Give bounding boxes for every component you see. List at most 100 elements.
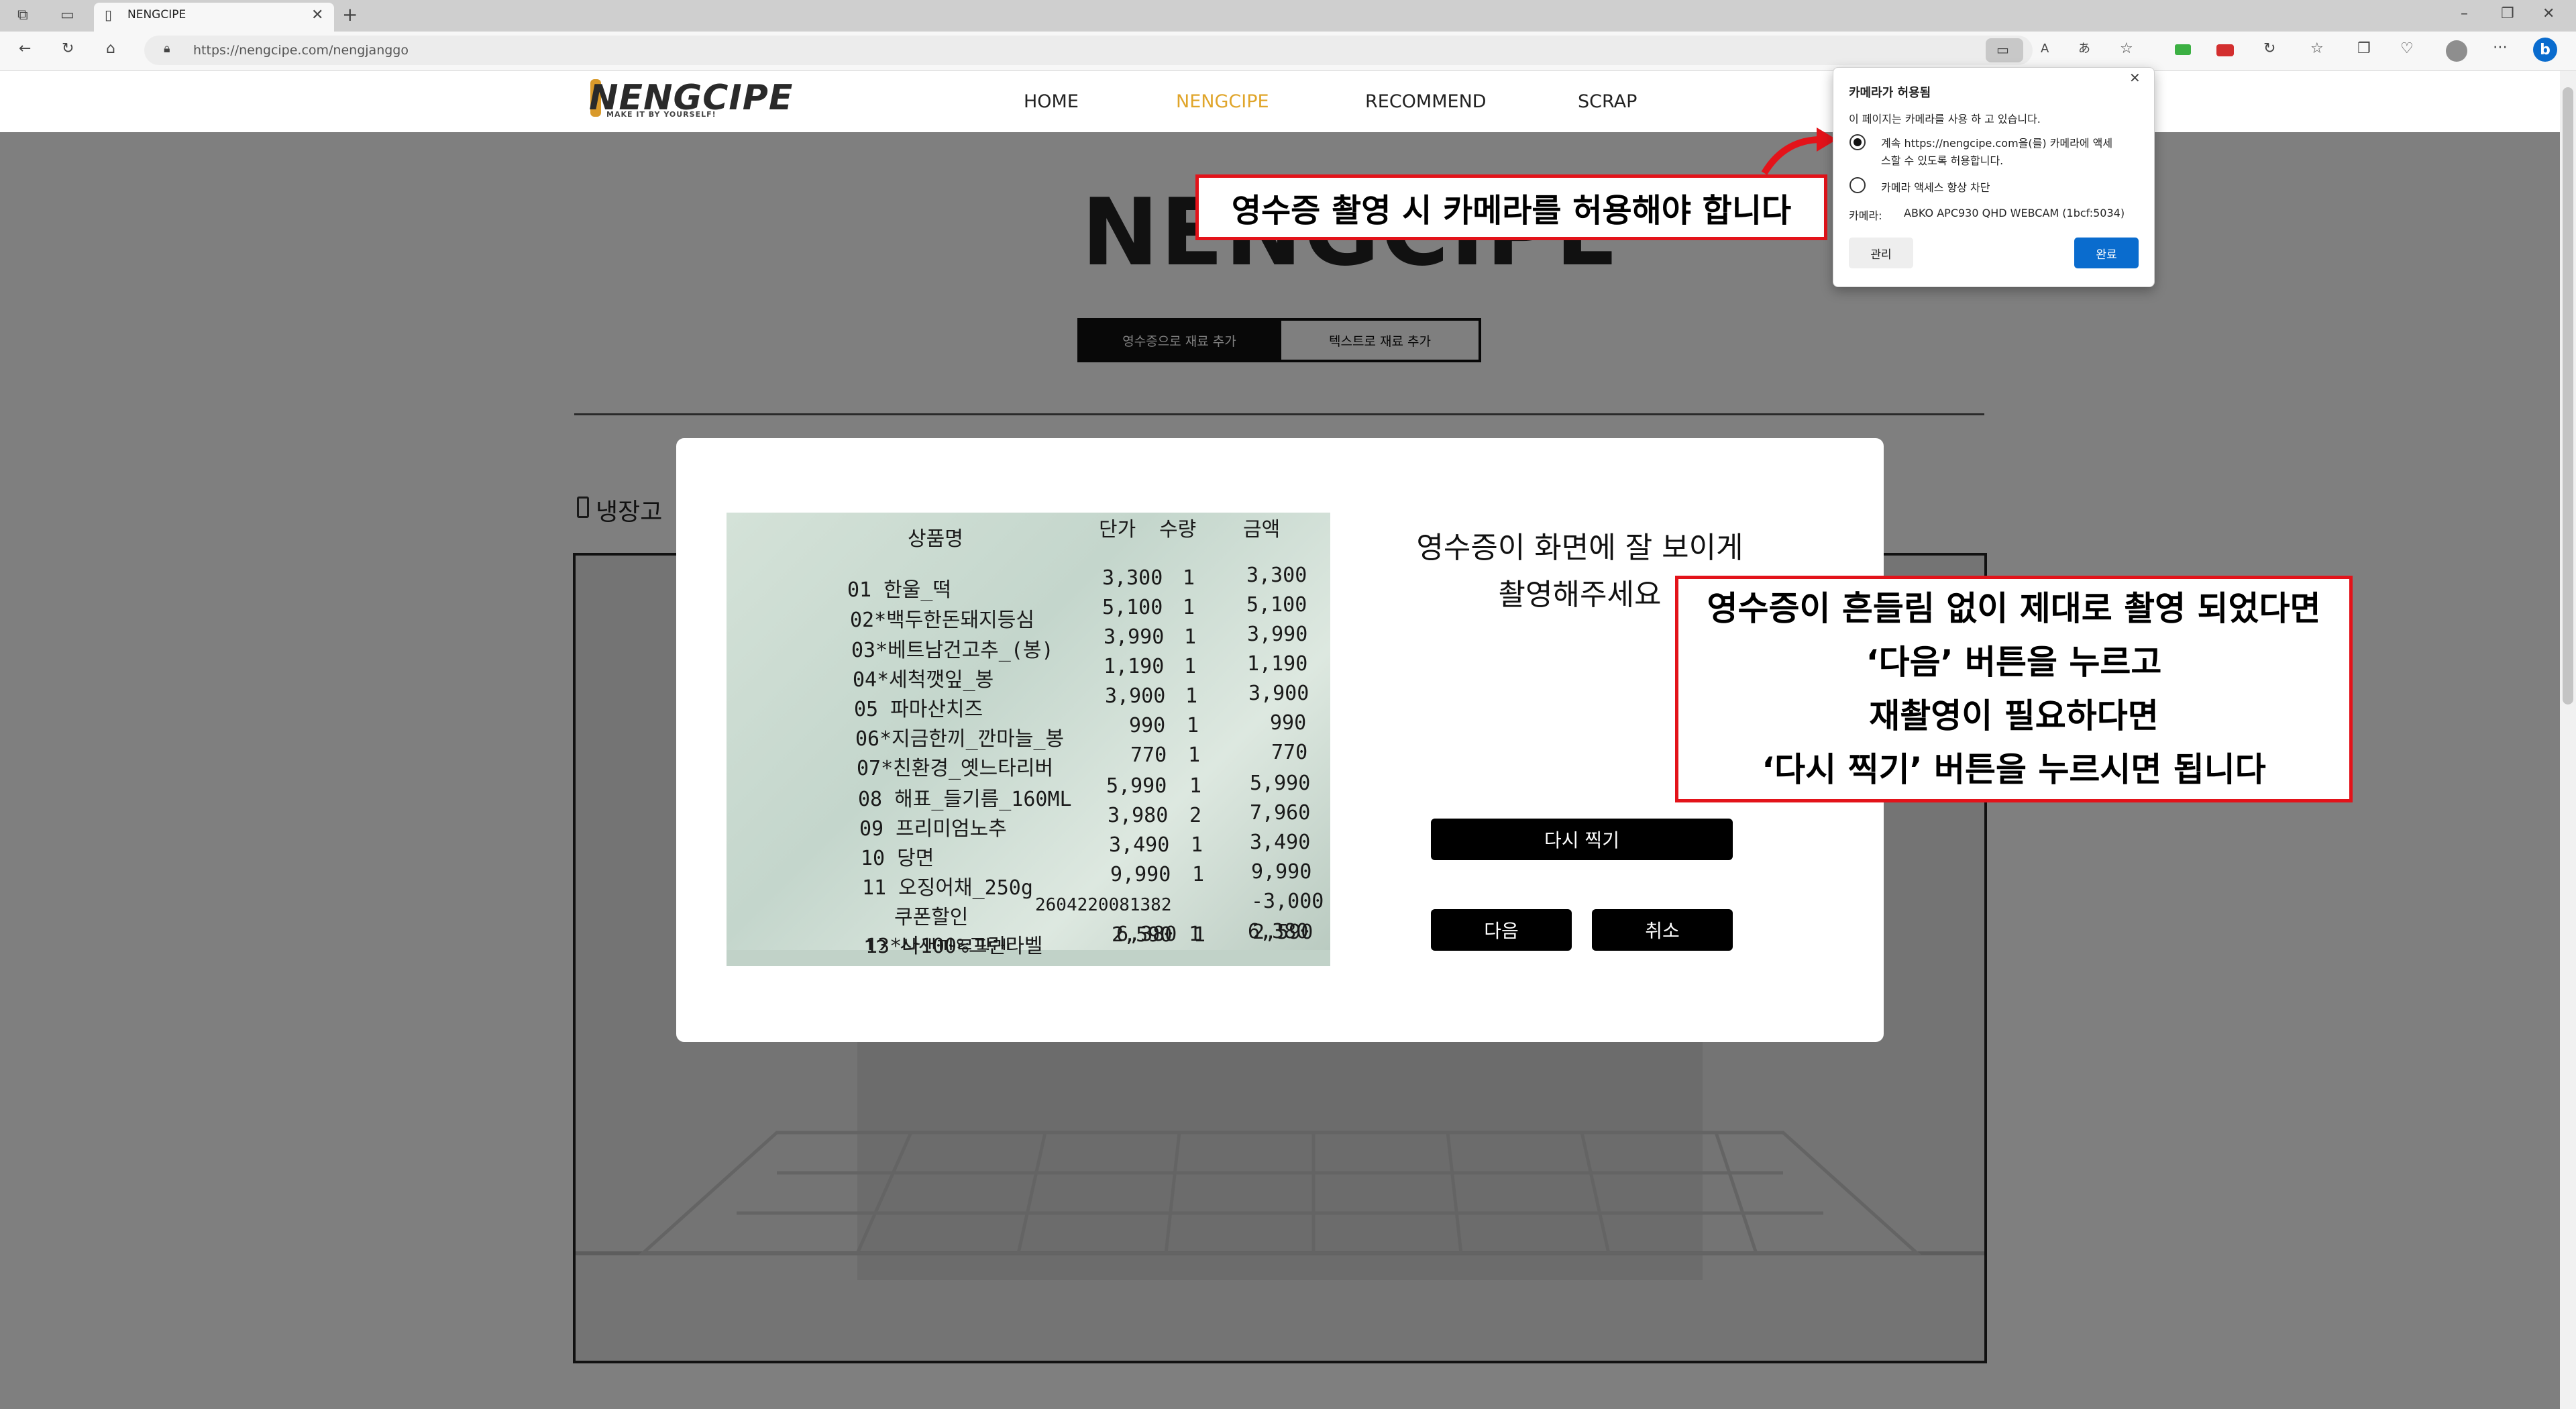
- receipt-row-qty: 1: [1191, 833, 1203, 857]
- receipt-row-price: 3,990: [1104, 625, 1165, 649]
- receipt-row-amount: 3,300: [1246, 564, 1307, 587]
- receipt-row-name: 05 파마산치즈: [854, 698, 983, 721]
- receipt-row-name: 04*세척깻잎_봉: [853, 668, 994, 692]
- receipt-row-price: 3,980: [1108, 804, 1169, 827]
- new-tab-icon[interactable]: +: [342, 5, 358, 24]
- receipt-row-price: 6,380: [1116, 923, 1177, 946]
- camera-device[interactable]: ABKO APC930 QHD WEBCAM (1bcf:5034): [1904, 207, 2125, 219]
- close-tab-icon[interactable]: ✕: [311, 8, 323, 23]
- receipt-row-qty: 1: [1187, 714, 1199, 737]
- browser-essentials-icon[interactable]: ♡: [2400, 42, 2414, 56]
- receipt-row-name: 06*지금한끼_깐마늘_봉: [855, 727, 1065, 751]
- bing-chat-icon[interactable]: b: [2533, 38, 2557, 62]
- block-option[interactable]: 카메라 액세스 항상 차단: [1881, 178, 1990, 195]
- receipt-header-price: 단가: [1099, 518, 1136, 541]
- allow-option-line-2[interactable]: 스할 수 있도록 허용합니다.: [1881, 152, 2003, 168]
- more-menu-icon[interactable]: ⋯: [2493, 40, 2508, 55]
- receipt-row-price: 3,300: [1102, 566, 1163, 590]
- allow-radio[interactable]: [1849, 134, 1866, 150]
- receipt-header-qty: 수량: [1159, 518, 1197, 541]
- receipt-row-name: 10 당면: [861, 847, 934, 870]
- receipt-row-amount: 3,900: [1248, 682, 1309, 705]
- receipt-row-price: 3,490: [1109, 833, 1170, 857]
- youtube-extension-icon[interactable]: [2216, 44, 2234, 56]
- scrollbar-thumb[interactable]: [2563, 87, 2573, 704]
- receipt-row-name: 01 한울_떡: [847, 578, 952, 602]
- nav-scrap[interactable]: SCRAP: [1578, 91, 1637, 112]
- receipt-row-name: 11 오징어채_250g: [862, 876, 1033, 900]
- receipt-row-price: 3,900: [1105, 684, 1166, 708]
- receipt-row-qty: 1: [1188, 743, 1201, 767]
- address-bar[interactable]: [144, 36, 2033, 65]
- manage-button[interactable]: 관리: [1849, 238, 1913, 268]
- logo-tagline: MAKE IT BY YOURSELF!: [606, 110, 716, 119]
- instruction-callout-line-1: 영수증이 흔들림 없이 제대로 촬영 되었다면: [1707, 589, 2321, 628]
- tab-actions-icon[interactable]: ▭: [60, 8, 74, 23]
- instruction-callout-line-4: ‘다시 찍기’ 버튼을 누르시면 됩니다: [1762, 750, 2266, 789]
- collections-icon[interactable]: ❐: [2357, 42, 2371, 56]
- receipt-row-price: 5,100: [1102, 596, 1163, 619]
- receipt-row-name: 09 프리미엄노추: [859, 817, 1007, 841]
- receipt-header-name: 상품명: [908, 527, 963, 551]
- retake-button[interactable]: 다시 찍기: [1431, 819, 1733, 860]
- receipt-row-name: 07*친환경_옛느타리버: [857, 757, 1054, 780]
- extension-refresh-icon[interactable]: ↻: [2263, 42, 2275, 56]
- block-radio[interactable]: [1849, 177, 1866, 193]
- receipt-row-price: 5,990: [1106, 774, 1167, 798]
- instruction-callout-line-3: 재촬영이 필요하다면: [1869, 696, 2159, 735]
- minimize-icon[interactable]: –: [2461, 7, 2468, 21]
- receipt-row-name: 03*베트남건고추_(봉): [851, 639, 1054, 662]
- restore-icon[interactable]: ❐: [2501, 7, 2514, 21]
- receipt-row-name: 08 해표_들기름_160ML: [858, 788, 1072, 811]
- receipt-header-amount: 금액: [1243, 518, 1281, 541]
- receipt-row-qty: 1: [1184, 625, 1197, 649]
- popup-title: 카메라가 허용됨: [1849, 86, 1931, 100]
- callout-arrow-icon: [1761, 127, 1837, 175]
- receipt-row-qty: 1: [1184, 655, 1197, 678]
- receipt-row-name: 쿠폰할인: [894, 906, 969, 929]
- tab-title: NENGCIPE: [127, 8, 186, 21]
- lock-icon[interactable]: 🔒︎: [164, 43, 170, 55]
- receipt-row-name: 13*나100%그린라벨: [865, 935, 1043, 958]
- receipt-row-amount: 3,490: [1250, 831, 1311, 854]
- receipt-row-amount: 3,990: [1247, 623, 1308, 646]
- popup-subtitle: 이 페이지는 카메라를 사용 하 고 있습니다.: [1849, 113, 2041, 125]
- receipt-row-code: 2604220081382: [1035, 895, 1172, 915]
- window-close-icon[interactable]: ✕: [2542, 7, 2555, 21]
- translate-icon[interactable]: あ: [2078, 43, 2090, 55]
- url-text[interactable]: https://nengcipe.com/nengjanggo: [193, 43, 409, 58]
- receipt-row-qty: 1: [1192, 863, 1205, 886]
- receipt-row-qty: 1: [1185, 684, 1198, 708]
- receipt-row-amount: 6,380: [1248, 920, 1309, 943]
- favorites-icon[interactable]: ☆: [2310, 42, 2324, 56]
- receipt-row-amount: 5,990: [1250, 772, 1311, 795]
- receipt-row-price: 990: [1129, 714, 1166, 737]
- receipt-row-qty: 2: [1189, 804, 1202, 827]
- back-icon[interactable]: ←: [19, 42, 31, 56]
- allow-option-line-1[interactable]: 계속 https://nengcipe.com을(를) 카메라에 액세: [1881, 134, 2112, 150]
- favorite-star-icon[interactable]: ☆: [2120, 42, 2133, 56]
- read-aloud-icon[interactable]: A: [2041, 43, 2049, 55]
- site-navbar: [0, 71, 2560, 132]
- profile-avatar-icon[interactable]: [2446, 40, 2467, 62]
- home-icon[interactable]: ⌂: [106, 42, 115, 56]
- receipt-row-qty: 1: [1183, 596, 1195, 619]
- receipt-row-qty: 1: [1183, 566, 1195, 590]
- workspaces-icon[interactable]: ⧉: [17, 8, 28, 23]
- nav-nengcipe[interactable]: NENGCIPE: [1176, 91, 1269, 112]
- nav-recommend[interactable]: RECOMMEND: [1365, 91, 1487, 112]
- receipt-row-amount: 7,960: [1250, 801, 1311, 825]
- extension-green-icon[interactable]: [2175, 44, 2191, 55]
- receipt-row-price: 770: [1130, 743, 1167, 767]
- receipt-row-amount: 1,190: [1247, 652, 1308, 676]
- receipt-row-price: 9,990: [1110, 863, 1171, 886]
- next-button[interactable]: 다음: [1431, 909, 1572, 951]
- instruction-callout-line-2: ‘다음’ 버튼을 누르고: [1866, 643, 2162, 682]
- popup-close-icon[interactable]: ✕: [2129, 71, 2141, 85]
- refresh-icon[interactable]: ↻: [62, 42, 74, 56]
- done-button[interactable]: 완료: [2074, 238, 2139, 268]
- nav-home[interactable]: HOME: [1024, 91, 1079, 112]
- cancel-button[interactable]: 취소: [1592, 909, 1733, 951]
- instruction-callout: 영수증이 흔들림 없이 제대로 촬영 되었다면 ‘다음’ 버튼을 누르고 재촬영…: [1675, 576, 2353, 802]
- camera-label: 카메라:: [1849, 209, 1882, 222]
